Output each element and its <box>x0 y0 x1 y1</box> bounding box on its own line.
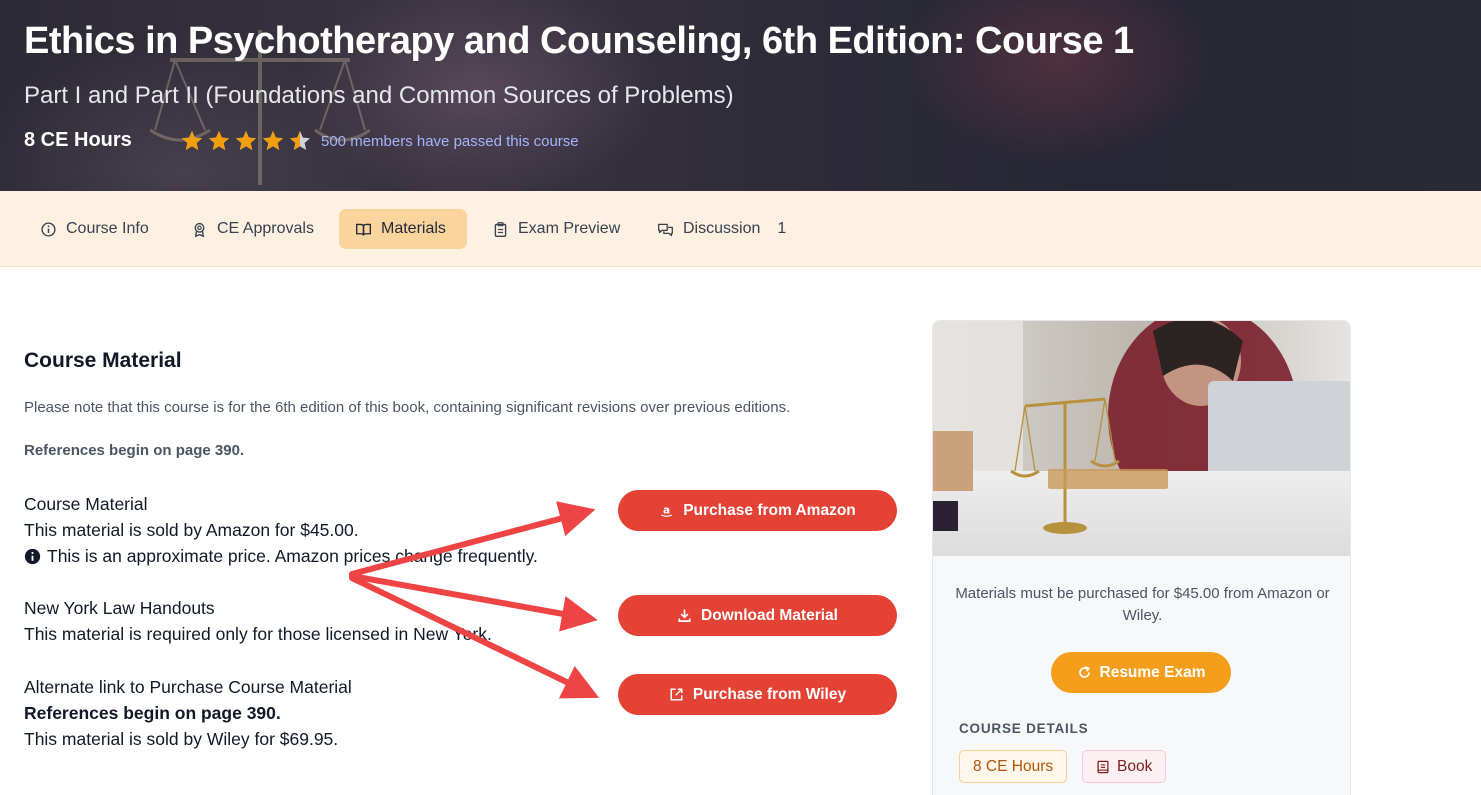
purchase-from-wiley-button[interactable]: Purchase from Wiley <box>618 674 897 715</box>
download-material-button[interactable]: Download Material <box>618 595 897 636</box>
purchase-requirement-note: Materials must be purchased for $45.00 f… <box>955 585 1330 624</box>
star-full-icon <box>236 131 256 150</box>
refresh-icon <box>1078 666 1090 678</box>
course-subtitle: Part I and Part II (Foundations and Comm… <box>24 82 734 109</box>
button-label: Purchase from Amazon <box>683 501 856 519</box>
references-note: References begin on page 390. <box>24 703 281 723</box>
amazon-icon: a <box>661 505 673 517</box>
external-link-icon <box>670 688 683 701</box>
material-title: Alternate link to Purchase Course Materi… <box>24 677 352 697</box>
star-half-icon <box>290 131 310 150</box>
rating-stars <box>180 129 312 153</box>
edition-note: Please note that this course is for the … <box>24 399 791 416</box>
members-passed-link[interactable]: 500 members have passed this course <box>321 133 579 150</box>
button-label: Purchase from Wiley <box>692 685 847 703</box>
star-full-icon <box>209 131 229 150</box>
material-price: This material is sold by Amazon for $45.… <box>24 520 359 540</box>
star-full-icon <box>263 131 283 150</box>
material-item-wiley: Alternate link to Purchase Course Materi… <box>24 674 352 752</box>
material-title: New York Law Handouts <box>24 598 215 618</box>
course-hero-banner: Ethics in Psychotherapy and Counseling, … <box>0 0 1481 191</box>
tab-label: Materials <box>381 220 446 237</box>
price-disclaimer: This is an approximate price. Amazon pri… <box>47 546 538 566</box>
button-label: Download Material <box>701 606 838 624</box>
tab-label: CE Approvals <box>217 220 314 237</box>
clipboard-icon <box>494 221 507 237</box>
tab-materials[interactable]: Materials <box>339 209 467 249</box>
button-label: Resume Exam <box>1099 663 1206 681</box>
badge-label: Book <box>1117 757 1153 775</box>
download-icon <box>678 609 691 622</box>
info-circle-icon <box>41 221 56 237</box>
tab-label: Exam Preview <box>518 220 621 237</box>
svg-text:a: a <box>663 505 670 517</box>
badge-label: 8 CE Hours <box>973 757 1054 775</box>
references-note: References begin on page 390. <box>24 442 245 459</box>
ce-hours-label: 8 CE Hours <box>24 129 132 151</box>
chat-icon <box>658 223 673 236</box>
tab-exam-preview[interactable]: Exam Preview <box>476 209 636 249</box>
course-image <box>933 321 1350 556</box>
material-title: Course Material <box>24 494 148 514</box>
material-description: This material is required only for those… <box>24 624 492 644</box>
info-circle-icon <box>24 548 41 564</box>
course-tabs: Course Info CE Approvals Materials Exam … <box>0 191 1481 267</box>
tab-course-info[interactable]: Course Info <box>24 209 165 249</box>
material-item-ny-handouts: New York Law Handouts This material is r… <box>24 595 492 647</box>
book-icon <box>1097 760 1109 773</box>
resume-exam-button[interactable]: Resume Exam <box>1051 652 1231 693</box>
section-heading: Course Material <box>24 349 182 372</box>
book-badge: Book <box>1082 750 1167 783</box>
material-item-amazon: Course Material This material is sold by… <box>24 491 538 569</box>
ce-hours-badge: 8 CE Hours <box>959 750 1068 783</box>
award-icon <box>194 222 205 237</box>
purchase-from-amazon-button[interactable]: a Purchase from Amazon <box>618 490 897 531</box>
tab-discussion[interactable]: Discussion 1 <box>641 209 802 249</box>
discussion-count-badge: 1 <box>777 220 787 237</box>
tab-ce-approvals[interactable]: CE Approvals <box>175 209 330 249</box>
material-price: This material is sold by Wiley for $69.9… <box>24 729 339 749</box>
book-open-icon <box>356 223 371 236</box>
tab-label: Course Info <box>66 220 149 237</box>
star-full-icon <box>182 131 202 150</box>
course-details-heading: COURSE DETAILS <box>959 721 1089 736</box>
tab-label: Discussion <box>683 220 761 237</box>
course-title: Ethics in Psychotherapy and Counseling, … <box>24 20 1134 62</box>
course-summary-card: Materials must be purchased for $45.00 f… <box>932 320 1351 795</box>
